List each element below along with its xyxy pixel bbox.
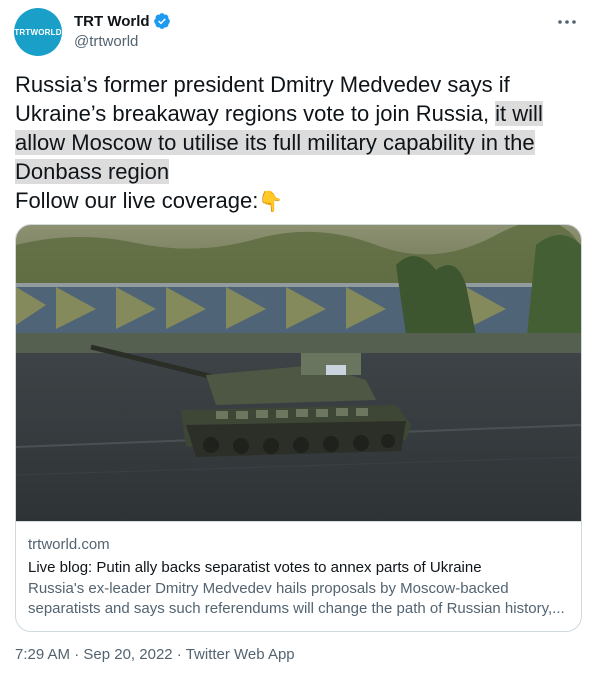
ellipsis-icon bbox=[558, 20, 576, 24]
account-names: TRT World @trtworld bbox=[74, 11, 171, 50]
verified-badge-icon bbox=[153, 13, 170, 29]
separator: · bbox=[70, 646, 84, 663]
more-options-icon[interactable] bbox=[554, 12, 580, 32]
link-card[interactable]: trtworld.com Live blog: Putin ally backs… bbox=[15, 224, 582, 632]
display-name-row: TRT World bbox=[74, 11, 171, 31]
follow-text: Follow our live coverage: bbox=[15, 188, 259, 213]
card-description: Russia's ex-leader Dmitry Medvedev hails… bbox=[28, 580, 565, 617]
card-image bbox=[16, 225, 581, 522]
tweet: TRTWORLD TRT World @trtworld Russia’s fo… bbox=[0, 0, 596, 682]
follow-line: Follow our live coverage:👇 bbox=[15, 186, 585, 217]
avatar[interactable]: TRTWORLD bbox=[14, 8, 62, 56]
tweet-date[interactable]: Sep 20, 2022 bbox=[83, 646, 172, 663]
avatar-logo-text: TRTWORLD bbox=[14, 27, 62, 37]
tweet-text-part: Russia’s former president Dmitry Medvede… bbox=[15, 72, 510, 126]
separator: · bbox=[172, 646, 186, 663]
tweet-timestamp: 7:29 AM · Sep 20, 2022 · Twitter Web App bbox=[15, 646, 295, 663]
card-meta: trtworld.com Live blog: Putin ally backs… bbox=[28, 535, 568, 619]
display-name[interactable]: TRT World bbox=[74, 13, 150, 30]
tweet-source[interactable]: Twitter Web App bbox=[186, 646, 295, 663]
tweet-body: Russia’s former president Dmitry Medvede… bbox=[15, 70, 585, 186]
handle[interactable]: @trtworld bbox=[74, 33, 171, 50]
pointing-down-icon: 👇 bbox=[258, 191, 284, 213]
tweet-text: Russia’s former president Dmitry Medvede… bbox=[15, 70, 585, 217]
tweet-time[interactable]: 7:29 AM bbox=[15, 646, 70, 663]
tweet-header: TRTWORLD TRT World @trtworld bbox=[14, 8, 584, 60]
card-domain: trtworld.com bbox=[28, 536, 110, 553]
card-title[interactable]: Live blog: Putin ally backs separatist v… bbox=[28, 557, 568, 579]
